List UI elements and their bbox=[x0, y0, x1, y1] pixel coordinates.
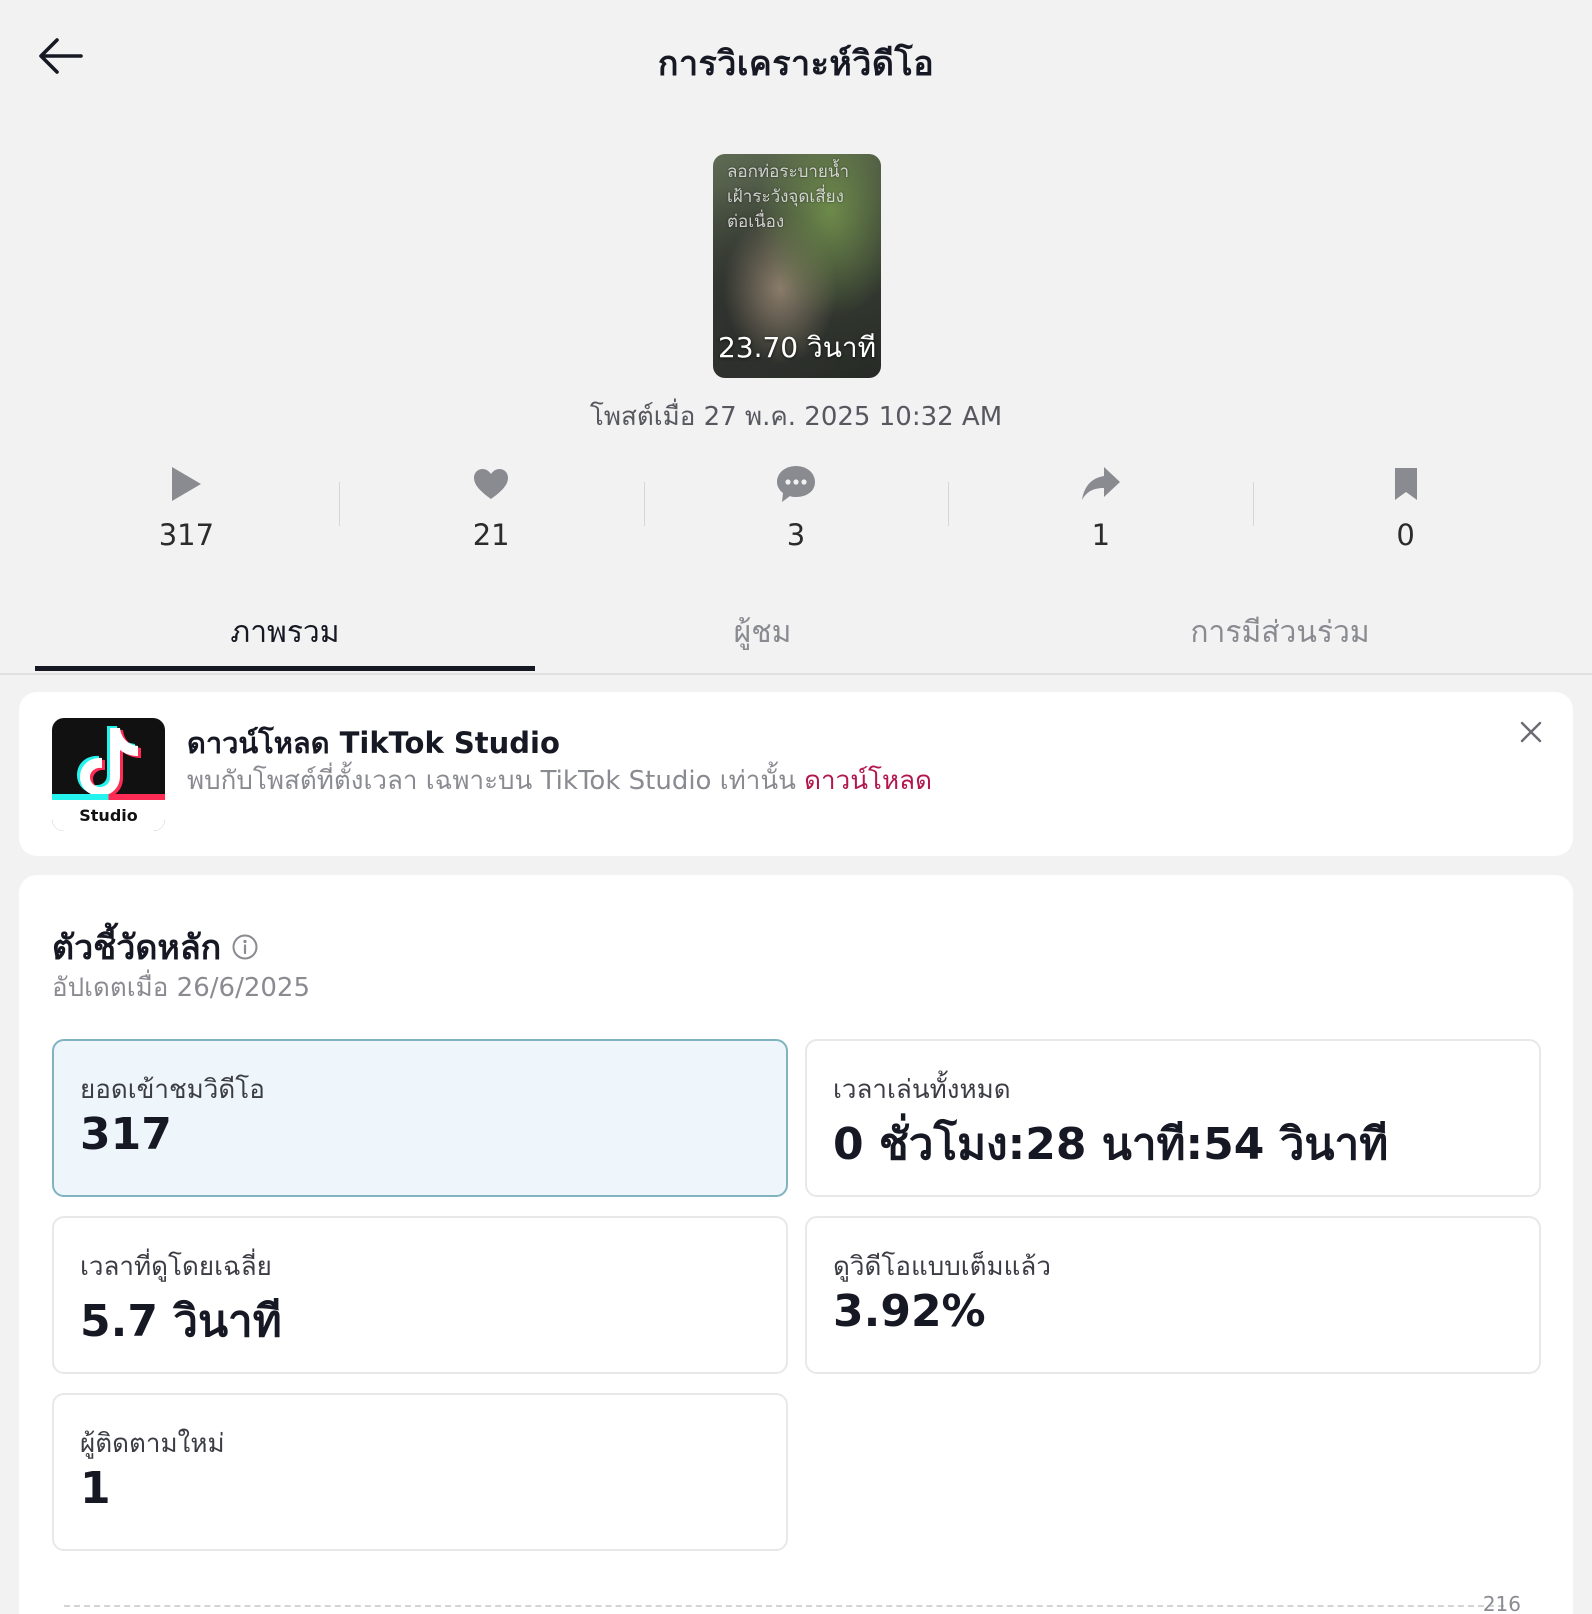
page-title: การวิเคราะห์วิดีโอ bbox=[657, 44, 935, 84]
thumbnail-caption-line: เฝ้าระวังจุดเสี่ยง bbox=[727, 187, 844, 207]
stat-value: 21 bbox=[472, 518, 510, 552]
metric-value: 1 bbox=[80, 1463, 111, 1514]
chart-gridline bbox=[64, 1605, 1504, 1607]
thumbnail-caption: ลอกท่อระบายน้ำ เฝ้าระวังจุดเสี่ยง ต่อเนื… bbox=[727, 160, 873, 235]
metric-new-followers[interactable]: ผู้ติดตามใหม่ 1 bbox=[52, 1393, 788, 1551]
thumbnail-caption-line: ลอกท่อระบายน้ำ bbox=[727, 162, 850, 182]
comment-icon bbox=[775, 460, 817, 508]
banner-subtitle-text: พบกับโพสต์ที่ตั้งเวลา เฉพาะบน TikTok Stu… bbox=[187, 766, 796, 796]
download-link[interactable]: ดาวน์โหลด bbox=[804, 766, 932, 796]
stat-value: 1 bbox=[1091, 518, 1111, 552]
metrics-title: ตัวชี้วัดหลัก bbox=[52, 920, 259, 974]
tab-bar: ภาพรวม ผู้ชม การมีส่วนร่วม bbox=[0, 595, 1592, 675]
stats-row: 317 21 3 1 0 bbox=[34, 460, 1558, 570]
posted-date: โพสต์เมื่อ 27 พ.ค. 2025 10:32 AM bbox=[589, 402, 1003, 432]
close-banner-button[interactable] bbox=[1511, 714, 1551, 754]
tab-engagement[interactable]: การมีส่วนร่วม bbox=[1040, 609, 1520, 656]
metric-value: 0 ชั่วโมง:28 นาที:54 วินาที bbox=[833, 1119, 1389, 1170]
heart-icon bbox=[472, 460, 510, 508]
stat-comments: 3 bbox=[643, 460, 949, 570]
active-tab-indicator bbox=[35, 666, 535, 671]
stat-views: 317 bbox=[34, 460, 339, 570]
key-metrics-card: ตัวชี้วัดหลัก อัปเดตเมื่อ 26/6/2025 ยอดเ… bbox=[19, 875, 1573, 1614]
chart-axis-label: 216 bbox=[1482, 1592, 1521, 1614]
metrics-title-text: ตัวชี้วัดหลัก bbox=[52, 928, 222, 968]
stat-saves: 0 bbox=[1253, 460, 1558, 570]
play-icon bbox=[168, 460, 204, 508]
banner-subtitle: พบกับโพสต์ที่ตั้งเวลา เฉพาะบน TikTok Stu… bbox=[187, 760, 932, 801]
stat-value: 0 bbox=[1396, 518, 1415, 552]
video-duration: 23.70 วินาที bbox=[717, 331, 877, 364]
tiktok-studio-logo: Studio bbox=[52, 718, 165, 831]
stat-shares: 1 bbox=[948, 460, 1253, 570]
share-icon bbox=[1080, 460, 1122, 508]
metric-label: ดูวิดีโอแบบเต็มแล้ว bbox=[833, 1252, 1051, 1282]
metric-value: 3.92% bbox=[833, 1286, 986, 1337]
video-thumbnail[interactable]: ลอกท่อระบายน้ำ เฝ้าระวังจุดเสี่ยง ต่อเนื… bbox=[713, 154, 881, 378]
metric-video-views[interactable]: ยอดเข้าชมวิดีโอ 317 bbox=[52, 1039, 788, 1197]
metric-label: ยอดเข้าชมวิดีโอ bbox=[80, 1075, 265, 1105]
metric-label: ผู้ติดตามใหม่ bbox=[80, 1429, 225, 1459]
metric-value: 5.7 วินาที bbox=[80, 1296, 282, 1347]
thumbnail-caption-line: ต่อเนื่อง bbox=[727, 212, 785, 232]
header: การวิเคราะห์วิดีโอ bbox=[0, 0, 1592, 115]
close-icon bbox=[1519, 720, 1543, 748]
download-banner: Studio ดาวน์โหลด TikTok Studio พบกับโพสต… bbox=[19, 692, 1573, 856]
bookmark-icon bbox=[1392, 460, 1420, 508]
tab-overview[interactable]: ภาพรวม bbox=[35, 609, 535, 656]
stat-likes: 21 bbox=[338, 460, 644, 570]
metric-label: เวลาเล่นทั้งหมด bbox=[833, 1075, 1011, 1105]
stat-value: 3 bbox=[786, 518, 806, 552]
metric-label: เวลาที่ดูโดยเฉลี่ย bbox=[80, 1252, 272, 1282]
tab-audience[interactable]: ผู้ชม bbox=[535, 609, 990, 656]
info-icon[interactable] bbox=[231, 933, 259, 961]
metric-value: 317 bbox=[80, 1109, 172, 1160]
metric-average-watch-time[interactable]: เวลาที่ดูโดยเฉลี่ย 5.7 วินาที bbox=[52, 1216, 788, 1374]
metric-total-play-time[interactable]: เวลาเล่นทั้งหมด 0 ชั่วโมง:28 นาที:54 วิน… bbox=[805, 1039, 1541, 1197]
metrics-updated: อัปเดตเมื่อ 26/6/2025 bbox=[52, 973, 310, 1003]
stat-value: 317 bbox=[158, 518, 215, 552]
logo-label: Studio bbox=[79, 806, 138, 825]
metric-watched-full-video[interactable]: ดูวิดีโอแบบเต็มแล้ว 3.92% bbox=[805, 1216, 1541, 1374]
